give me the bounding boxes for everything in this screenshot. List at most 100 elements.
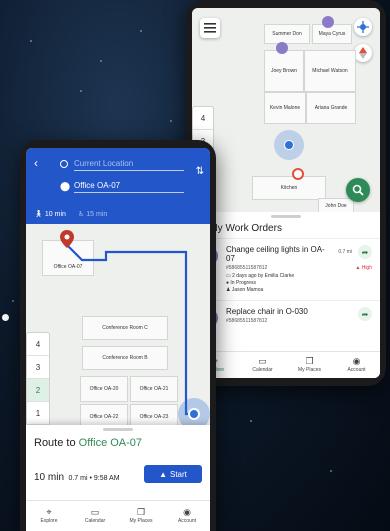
room: Joey Brown bbox=[264, 50, 304, 92]
tab-label: Account bbox=[347, 367, 366, 373]
work-order-id: #58685511587812 bbox=[226, 265, 268, 271]
room-label: Maya Cyrus bbox=[318, 31, 346, 37]
room-label: Michael Watson bbox=[312, 68, 348, 74]
work-order-status: In Progress bbox=[230, 280, 256, 286]
directions-icon[interactable]: ➦ bbox=[358, 307, 372, 321]
work-order-name: Change ceiling lights in OA-07 bbox=[226, 245, 325, 263]
tab-my-places[interactable]: ❐ My Places bbox=[118, 501, 164, 531]
priority-badge: ▲ High bbox=[355, 265, 372, 271]
work-order-assignee: Jason Mamoa bbox=[231, 287, 264, 293]
route-destination: Office OA-07 bbox=[78, 437, 143, 449]
route-detail: 0.7 mi • 9:58 AM bbox=[68, 475, 120, 482]
work-orders-screen: Summer Don Maya Cyrus Joey Brown Michael… bbox=[192, 8, 380, 378]
back-arrow-icon[interactable]: ‹ bbox=[34, 156, 38, 170]
room: Maya Cyrus bbox=[312, 24, 352, 44]
sheet-handle[interactable] bbox=[271, 215, 301, 218]
navigate-icon: ▲ bbox=[159, 469, 167, 479]
directions-icon[interactable]: ➦ bbox=[358, 245, 372, 259]
calendar-icon: ▭ bbox=[90, 507, 100, 517]
location-pin-icon: ⌖ bbox=[46, 507, 52, 517]
priority-label: High bbox=[361, 265, 372, 271]
floor-button[interactable]: 1 bbox=[27, 402, 49, 425]
bottom-tab-bar: ⌖Explore ▭Calendar ❐My Places ◉Account bbox=[26, 500, 210, 531]
work-orders-sheet: ‹ My Work Orders ✎ Change ceiling lights… bbox=[192, 212, 380, 352]
swap-icon[interactable]: ⇅ bbox=[196, 166, 204, 177]
person-pin-icon[interactable] bbox=[276, 42, 288, 54]
start-button[interactable]: ▲ Start bbox=[144, 465, 202, 483]
calendar-icon: ▭ bbox=[258, 356, 267, 366]
route-map[interactable]: Office OA-07 Conference Room C Conferenc… bbox=[26, 224, 210, 430]
person-pin-icon[interactable] bbox=[322, 16, 334, 28]
work-order-meta: ▭ 2 days ago by Emilia Clarke ● In Progr… bbox=[226, 273, 374, 294]
room-label: John Doe bbox=[325, 203, 347, 209]
room: Kitchen bbox=[252, 176, 326, 200]
walk-icon: 🚶︎ bbox=[34, 211, 43, 218]
tab-account[interactable]: ◉ Account bbox=[164, 501, 210, 531]
bullet-dot bbox=[2, 314, 9, 321]
room-label: Joey Brown bbox=[270, 68, 298, 74]
work-order-created: 2 days ago by Emilia Clarke bbox=[232, 273, 295, 279]
route-time: 10 min bbox=[34, 472, 65, 483]
mode-accessible[interactable]: ♿︎ 15 min bbox=[78, 210, 108, 219]
mode-walk[interactable]: 🚶︎ 10 min bbox=[34, 210, 66, 219]
destination-input[interactable]: Office OA-07 bbox=[74, 178, 184, 193]
work-order-id: #58685511587812 bbox=[226, 318, 268, 324]
work-order-item[interactable]: ✎ Replace chair in O-030 #58685511587812… bbox=[192, 301, 380, 330]
floor-button[interactable]: 4 bbox=[27, 333, 49, 356]
room: Michael Watson bbox=[304, 50, 356, 92]
tab-explore[interactable]: ⌖Explore bbox=[26, 501, 72, 531]
bookmarks-icon: ❐ bbox=[305, 356, 314, 366]
room-label: Kevin Malone bbox=[269, 105, 301, 111]
menu-icon[interactable] bbox=[200, 18, 220, 38]
floor-map[interactable]: Summer Don Maya Cyrus Joey Brown Michael… bbox=[192, 8, 380, 218]
route-summary-sheet: Route to Office OA-07 10 min 0.7 mi • 9:… bbox=[26, 425, 210, 531]
first-aid-icon[interactable] bbox=[292, 168, 304, 180]
compass-icon[interactable] bbox=[354, 44, 372, 62]
floor-button[interactable]: 4 bbox=[193, 107, 213, 130]
accessible-time: 15 min bbox=[86, 210, 108, 218]
account-icon: ◉ bbox=[183, 507, 191, 517]
work-order-item[interactable]: ✎ Change ceiling lights in OA-07 #586855… bbox=[192, 239, 380, 301]
room-label: Ariana Grande bbox=[314, 105, 348, 111]
room-label: Kitchen bbox=[280, 185, 298, 191]
account-icon: ◉ bbox=[352, 356, 361, 366]
room-label: Summer Don bbox=[272, 31, 302, 37]
tab-label: Calendar bbox=[252, 367, 273, 373]
tab-label: My Places bbox=[297, 367, 322, 373]
route-summary: 10 min 0.7 mi • 9:58 AM bbox=[34, 467, 120, 485]
tab-my-places[interactable]: ❐ My Places bbox=[286, 352, 333, 378]
tab-calendar[interactable]: ▭ Calendar bbox=[72, 501, 118, 531]
tab-label: Account bbox=[177, 518, 197, 524]
locate-icon[interactable] bbox=[354, 18, 372, 36]
tab-account[interactable]: ◉ Account bbox=[333, 352, 380, 378]
user-location-dot bbox=[188, 408, 200, 420]
route-title-prefix: Route to bbox=[34, 437, 76, 449]
floor-selector[interactable]: 4 3 2 1 bbox=[26, 332, 50, 426]
search-button[interactable] bbox=[346, 178, 370, 202]
tab-label: Explore bbox=[40, 518, 58, 524]
tab-label: Calendar bbox=[84, 518, 106, 524]
work-order-distance: 0.7 mi bbox=[338, 249, 352, 255]
sheet-handle[interactable] bbox=[103, 428, 133, 431]
route-screen: ‹ ⬤ Current Location Office OA-07 ⇅ 🚶︎ 10… bbox=[26, 148, 210, 531]
sheet-header: ‹ My Work Orders bbox=[192, 221, 380, 239]
bottom-tab-bar: ⌖Explore ▭Calendar ❐My Places ◉Account bbox=[192, 351, 380, 378]
room: Kevin Malone bbox=[264, 92, 306, 124]
work-orders-phone: Summer Don Maya Cyrus Joey Brown Michael… bbox=[186, 0, 386, 386]
route-phone: ‹ ⬤ Current Location Office OA-07 ⇅ 🚶︎ 10… bbox=[20, 140, 216, 531]
user-location-dot bbox=[284, 140, 294, 150]
work-order-name: Replace chair in O-030 bbox=[226, 307, 308, 316]
floor-button[interactable]: 3 bbox=[27, 356, 49, 379]
accessible-icon: ♿︎ bbox=[78, 211, 85, 218]
origin-dot-icon bbox=[60, 160, 68, 168]
route-title: Route to Office OA-07 bbox=[34, 437, 142, 449]
destination-pin-icon: ⬤ bbox=[60, 181, 71, 191]
tab-calendar[interactable]: ▭ Calendar bbox=[239, 352, 286, 378]
floor-button-active[interactable]: 2 bbox=[27, 379, 49, 402]
room: Summer Don bbox=[264, 24, 310, 44]
start-label: Start bbox=[170, 469, 187, 479]
route-header: ‹ ⬤ Current Location Office OA-07 ⇅ 🚶︎ 10… bbox=[26, 148, 210, 224]
bookmarks-icon: ❐ bbox=[136, 507, 146, 517]
tab-label: My Places bbox=[129, 518, 153, 524]
origin-input[interactable]: Current Location bbox=[74, 156, 184, 171]
